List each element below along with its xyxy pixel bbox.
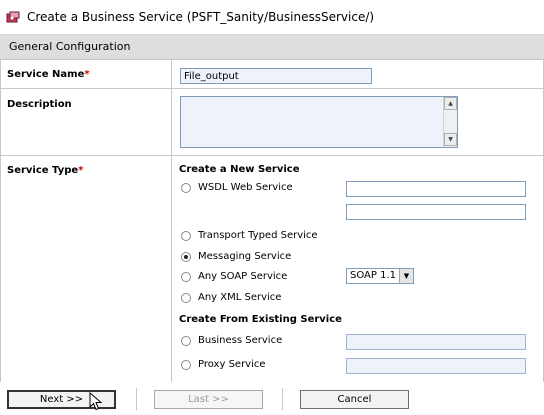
- cancel-button[interactable]: Cancel: [300, 390, 409, 409]
- radio-button[interactable]: [181, 336, 191, 346]
- section-title: General Configuration: [9, 40, 131, 53]
- proxy-service-browse-input[interactable]: [346, 358, 526, 374]
- radio-button[interactable]: [181, 231, 191, 241]
- wsdl-resource-input[interactable]: [346, 181, 526, 197]
- description-textarea[interactable]: ▲ ▼: [180, 96, 458, 148]
- radio-button[interactable]: [181, 360, 191, 370]
- wsdl-port-input[interactable]: [346, 204, 526, 220]
- business-service-icon: [6, 11, 20, 23]
- scroll-up-icon[interactable]: ▲: [444, 97, 457, 110]
- radio-label: Proxy Service: [198, 359, 266, 370]
- mouse-pointer-icon: [89, 392, 103, 411]
- service-type-label-text: Service Type: [7, 165, 79, 176]
- service-type-label: Service Type*: [7, 165, 83, 176]
- divider: [136, 388, 137, 410]
- required-marker: *: [84, 69, 90, 80]
- radio-button-checked[interactable]: [181, 252, 191, 262]
- radio-label: Any SOAP Service: [198, 271, 288, 282]
- page-title: Create a Business Service (PSFT_Sanity/B…: [27, 10, 375, 24]
- service-name-label: Service Name*: [7, 69, 90, 80]
- scroll-down-icon[interactable]: ▼: [444, 133, 457, 146]
- description-label: Description: [7, 99, 72, 110]
- row-divider: [1, 88, 543, 89]
- description-scrollbar[interactable]: ▲ ▼: [443, 97, 457, 147]
- divider: [282, 388, 283, 410]
- business-service-browse-input[interactable]: [346, 334, 526, 350]
- radio-label: Transport Typed Service: [198, 230, 318, 241]
- soap-version-value: SOAP 1.1: [350, 270, 396, 281]
- radio-button[interactable]: [181, 183, 191, 193]
- create-from-existing-heading: Create From Existing Service: [179, 314, 342, 325]
- last-button[interactable]: Last >>: [154, 390, 263, 409]
- title-bar: Create a Business Service (PSFT_Sanity/B…: [0, 0, 544, 35]
- create-new-service-heading: Create a New Service: [179, 164, 300, 175]
- section-header: General Configuration: [0, 35, 544, 60]
- service-name-input[interactable]: [180, 68, 372, 84]
- radio-label: Messaging Service: [198, 251, 292, 262]
- radio-button[interactable]: [181, 272, 191, 282]
- radio-label: Any XML Service: [198, 292, 282, 303]
- row-divider: [1, 155, 543, 156]
- radio-label: WSDL Web Service: [198, 182, 293, 193]
- soap-version-select[interactable]: SOAP 1.1 ▼: [346, 268, 414, 284]
- radio-button[interactable]: [181, 293, 191, 303]
- required-marker: *: [78, 165, 84, 176]
- wizard-footer: Next >> Last >> Cancel: [0, 383, 544, 415]
- radio-label: Business Service: [198, 335, 283, 346]
- service-name-label-text: Service Name: [7, 69, 85, 80]
- chevron-down-icon[interactable]: ▼: [399, 269, 413, 283]
